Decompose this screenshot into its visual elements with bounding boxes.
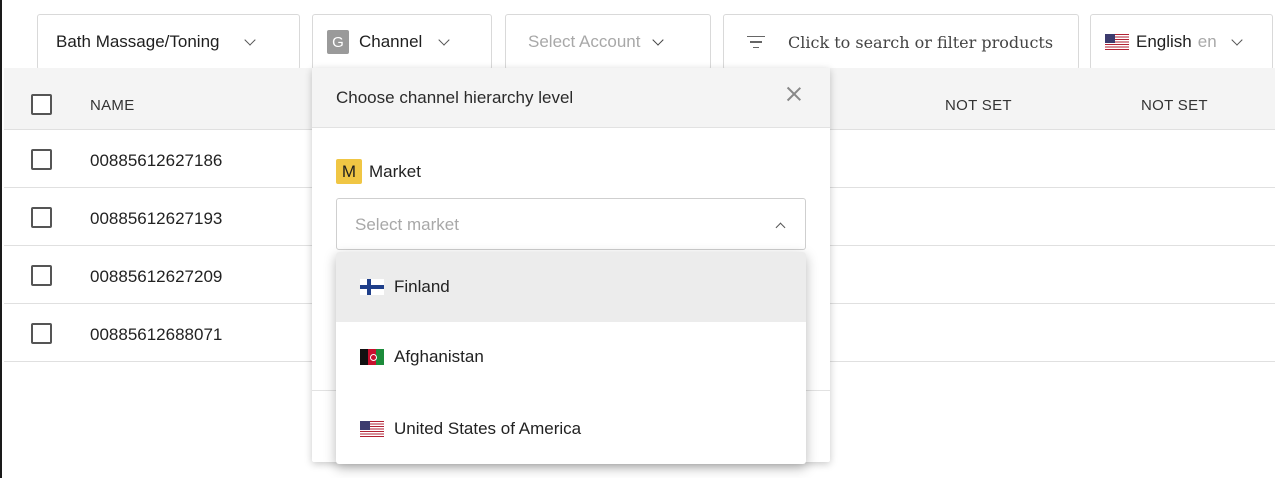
channel-select[interactable]: G Channel [312,14,492,70]
chevron-down-icon [438,33,450,46]
category-select[interactable]: Bath Massage/Toning [37,14,300,70]
afghanistan-flag-icon [360,349,384,365]
option-label: United States of America [394,419,582,438]
popover-title: Choose channel hierarchy level [336,88,574,107]
app-frame: Bath Massage/Toning G Channel Select Acc… [0,0,1275,478]
product-name: 00885612627209 [90,267,223,286]
us-flag-icon [1105,34,1129,50]
filter-icon [746,35,766,49]
close-icon[interactable] [782,82,806,106]
market-option-finland[interactable]: Finland [336,252,806,322]
product-search[interactable]: Click to search or filter products [723,14,1079,70]
popover-header: Choose channel hierarchy level [312,68,830,128]
product-name: 00885612627186 [90,151,223,170]
account-select[interactable]: Select Account [505,14,711,70]
market-label: Market [369,162,421,181]
search-input[interactable]: Click to search or filter products [788,33,1053,52]
product-name: 00885612627193 [90,209,223,228]
row-checkbox[interactable] [31,323,52,344]
finland-flag-icon [360,279,384,295]
column-header-not-set[interactable]: NOT SET [1141,97,1208,114]
market-select-placeholder: Select market [355,215,459,234]
select-all-checkbox[interactable] [31,94,52,115]
row-checkbox[interactable] [31,265,52,286]
market-select[interactable]: Select market [336,198,806,250]
chevron-down-icon [652,33,665,46]
chevron-down-icon [1231,33,1243,46]
language-select[interactable]: English en [1090,14,1273,70]
market-option-usa[interactable]: United States of America [336,394,806,464]
market-badge: M [336,159,362,184]
chevron-up-icon [775,222,786,233]
option-label: Afghanistan [394,347,484,366]
column-header-not-set[interactable]: NOT SET [945,97,1012,114]
language-label: English [1136,32,1192,51]
language-code: en [1197,32,1217,51]
product-name: 00885612688071 [90,325,223,344]
channel-select-label: Channel [359,32,423,51]
market-option-afghanistan[interactable]: Afghanistan [336,322,806,392]
account-select-placeholder: Select Account [528,32,641,51]
row-checkbox[interactable] [31,149,52,170]
row-checkbox[interactable] [31,207,52,228]
market-options-list: Finland Afghanistan United States of Ame… [336,252,806,464]
category-select-label: Bath Massage/Toning [56,32,220,51]
usa-flag-icon [360,421,384,437]
chevron-down-icon [243,33,256,46]
channel-badge: G [327,30,349,54]
column-header-name[interactable]: NAME [90,97,135,114]
option-label: Finland [394,277,450,296]
